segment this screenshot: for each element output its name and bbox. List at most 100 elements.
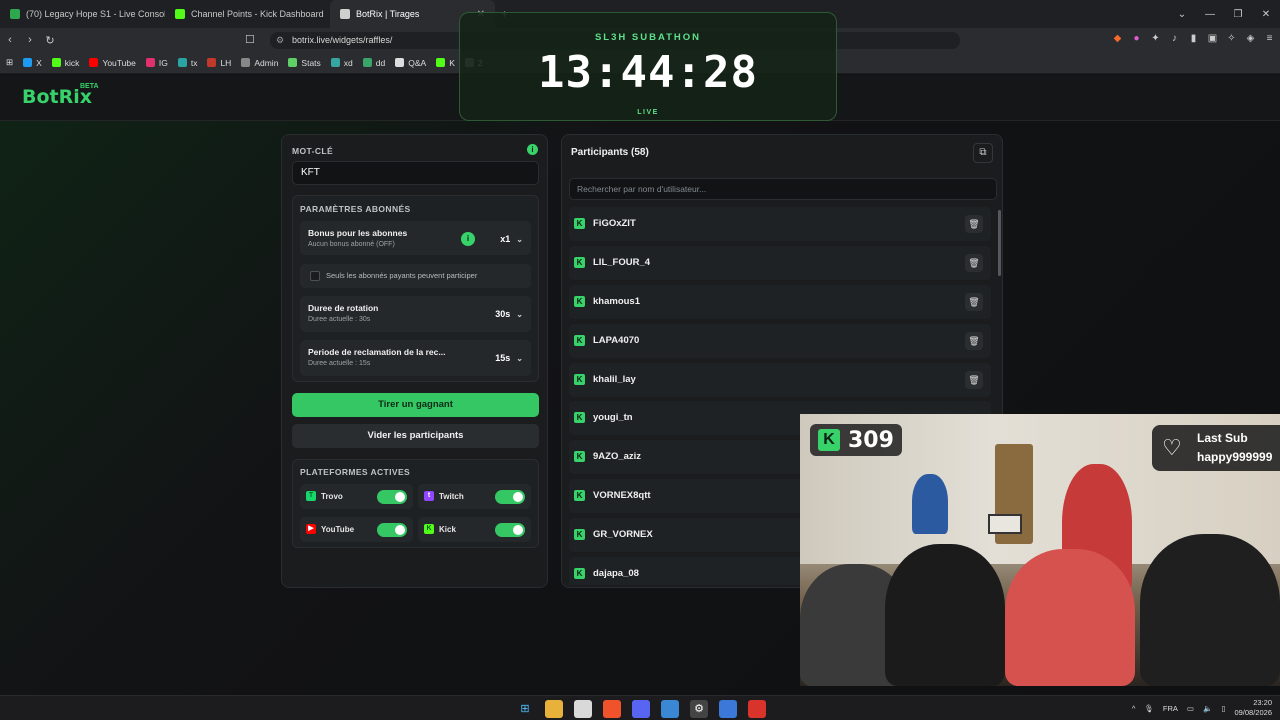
- remote-icon[interactable]: [719, 700, 737, 718]
- copy-icon[interactable]: ⧉: [973, 143, 993, 163]
- kick-icon: K: [574, 256, 585, 268]
- start-icon[interactable]: ⊞: [516, 700, 534, 718]
- volume-icon[interactable]: 🔈: [1203, 704, 1212, 713]
- file-explorer-icon[interactable]: [545, 700, 563, 718]
- reload-icon[interactable]: ↻: [40, 34, 60, 47]
- bookmark-item[interactable]: kick: [51, 58, 79, 68]
- discord-icon[interactable]: [632, 700, 650, 718]
- minimize-icon[interactable]: —: [1196, 9, 1224, 20]
- mic-icon[interactable]: 🎙: [1144, 704, 1154, 713]
- sub-bonus-row: Bonus pour les abonnes Aucun bonus abonn…: [300, 221, 531, 255]
- webcam-person: [1005, 549, 1135, 686]
- clear-participants-button[interactable]: Vider les participants: [292, 424, 539, 448]
- bookmark-item[interactable]: Q&A: [395, 58, 426, 68]
- youtube-toggle[interactable]: [377, 523, 407, 537]
- participant-row[interactable]: K LIL_FOUR_4 🗑: [569, 245, 991, 280]
- claim-select[interactable]: 15s ⌄: [495, 349, 523, 367]
- bookmark-icon: [436, 58, 446, 67]
- delete-icon[interactable]: 🗑: [965, 331, 983, 350]
- kick-icon: K: [574, 218, 585, 229]
- settings-icon[interactable]: ⚙: [690, 700, 708, 718]
- delete-icon[interactable]: 🗑: [965, 370, 983, 389]
- tab-kick-dashboard[interactable]: Channel Points - Kick Dashboard: [165, 0, 330, 28]
- participants-search-input[interactable]: Rechercher par nom d'utilisateur...: [569, 178, 997, 200]
- bookmark-label: dd: [375, 57, 386, 68]
- last-sub-user: happy999999: [1197, 450, 1273, 464]
- participant-row[interactable]: K LAPA4070 🗑: [569, 323, 991, 358]
- menu-icon[interactable]: ≡: [1263, 32, 1276, 45]
- kick-count: 309: [848, 427, 894, 453]
- bookmark-item[interactable]: K: [436, 58, 455, 68]
- participant-row[interactable]: Kkhamous1 🗑: [569, 284, 991, 319]
- paid-only-row[interactable]: Seuls les abonnés payants peuvent partic…: [300, 264, 531, 288]
- delete-icon[interactable]: 🗑: [965, 292, 983, 311]
- sub-bonus-title: Bonus pour les abonnes: [308, 228, 408, 238]
- extension-icon[interactable]: ●: [1130, 32, 1143, 45]
- bookmark-label: xd: [343, 57, 353, 68]
- maximize-icon[interactable]: ❐: [1224, 9, 1252, 20]
- bookmark-item[interactable]: tx: [177, 58, 197, 68]
- bookmark-label: Stats: [301, 57, 321, 68]
- platform-name: YouTube: [321, 525, 355, 534]
- bookmark-item[interactable]: Stats: [288, 57, 321, 68]
- network-icon[interactable]: ▭: [1187, 704, 1194, 713]
- paid-only-label: Seuls les abonnés payants peuvent partic…: [326, 271, 478, 280]
- close-window-icon[interactable]: ✕: [1252, 9, 1280, 20]
- record-icon[interactable]: [748, 700, 766, 718]
- apps-icon[interactable]: ⊞: [6, 57, 13, 68]
- kick-toggle[interactable]: [495, 523, 525, 537]
- info-icon[interactable]: i: [461, 232, 475, 246]
- bookmark-item[interactable]: IG: [145, 58, 168, 68]
- sidebar-icon[interactable]: ▮: [1187, 32, 1200, 45]
- participant-row[interactable]: K FiGOxZIT 🗑: [569, 207, 991, 241]
- site-info-icon[interactable]: ⚙: [276, 32, 284, 49]
- timer-status: LIVE: [637, 109, 659, 116]
- twitch-icon: t: [424, 491, 434, 501]
- forward-icon[interactable]: ›: [20, 34, 40, 46]
- rotation-subtitle: Duree actuelle : 30s: [308, 316, 371, 323]
- taskbar-apps: ⊞ ⚙: [516, 700, 766, 718]
- tab-legacy-hope[interactable]: (70) Legacy Hope S1 - Live Console: [0, 0, 165, 28]
- bookmark-item[interactable]: xd: [330, 57, 353, 68]
- bookmark-item[interactable]: YouTube: [89, 58, 136, 68]
- bookmark-item[interactable]: dd: [362, 57, 386, 68]
- scrollbar[interactable]: [998, 210, 1001, 276]
- bookmark-item[interactable]: X: [23, 58, 42, 68]
- paid-only-checkbox[interactable]: [310, 271, 320, 281]
- brave-shield-icon[interactable]: ◆: [1111, 32, 1124, 45]
- info-icon[interactable]: i: [527, 144, 538, 155]
- brave-icon[interactable]: [603, 700, 621, 718]
- extensions: ◆ ● ✦ ♪ ▮ ▣ ✧ ◈ ≡: [1111, 32, 1276, 45]
- delete-icon[interactable]: 🗑: [965, 215, 983, 233]
- puzzle-icon[interactable]: ✦: [1149, 32, 1162, 45]
- battery-icon[interactable]: ▯: [1221, 704, 1225, 713]
- draw-winner-button[interactable]: Tirer un gagnant: [292, 393, 539, 417]
- notes-icon[interactable]: [574, 700, 592, 718]
- language-indicator[interactable]: FRA: [1163, 704, 1178, 713]
- platform-youtube: ▶ YouTube: [300, 517, 413, 542]
- bookmark-item[interactable]: Admin: [241, 58, 278, 68]
- bookmark-icon[interactable]: ☐: [245, 33, 255, 46]
- delete-icon[interactable]: 🗑: [965, 253, 983, 272]
- rotation-select[interactable]: 30s ⌄: [495, 305, 523, 323]
- photos-icon[interactable]: [661, 700, 679, 718]
- wallet-icon[interactable]: ▣: [1206, 32, 1219, 45]
- platform-twitch: t Twitch: [418, 484, 531, 509]
- twitch-toggle[interactable]: [495, 490, 525, 504]
- music-icon[interactable]: ♪: [1168, 32, 1181, 45]
- participant-row[interactable]: Kkhalil_lay 🗑: [569, 362, 991, 397]
- vpn-icon[interactable]: ◈: [1244, 32, 1257, 45]
- bookmark-icon: [330, 58, 340, 67]
- back-icon[interactable]: ‹: [0, 34, 20, 46]
- clock[interactable]: 23:20 09/08/2026: [1234, 698, 1272, 718]
- leo-icon[interactable]: ✧: [1225, 32, 1238, 45]
- webcam-person: [885, 544, 1005, 686]
- trovo-toggle[interactable]: [377, 490, 407, 504]
- sub-bonus-select[interactable]: x1 ⌄: [500, 230, 523, 248]
- participant-name: FiGOxZIT: [593, 218, 636, 229]
- tab-list-icon[interactable]: ⌄: [1168, 9, 1196, 20]
- bookmark-item[interactable]: LH: [207, 58, 231, 68]
- chevron-up-icon[interactable]: ^: [1132, 704, 1136, 713]
- keyword-input[interactable]: KFT: [292, 161, 539, 185]
- tab-favicon: [340, 9, 350, 19]
